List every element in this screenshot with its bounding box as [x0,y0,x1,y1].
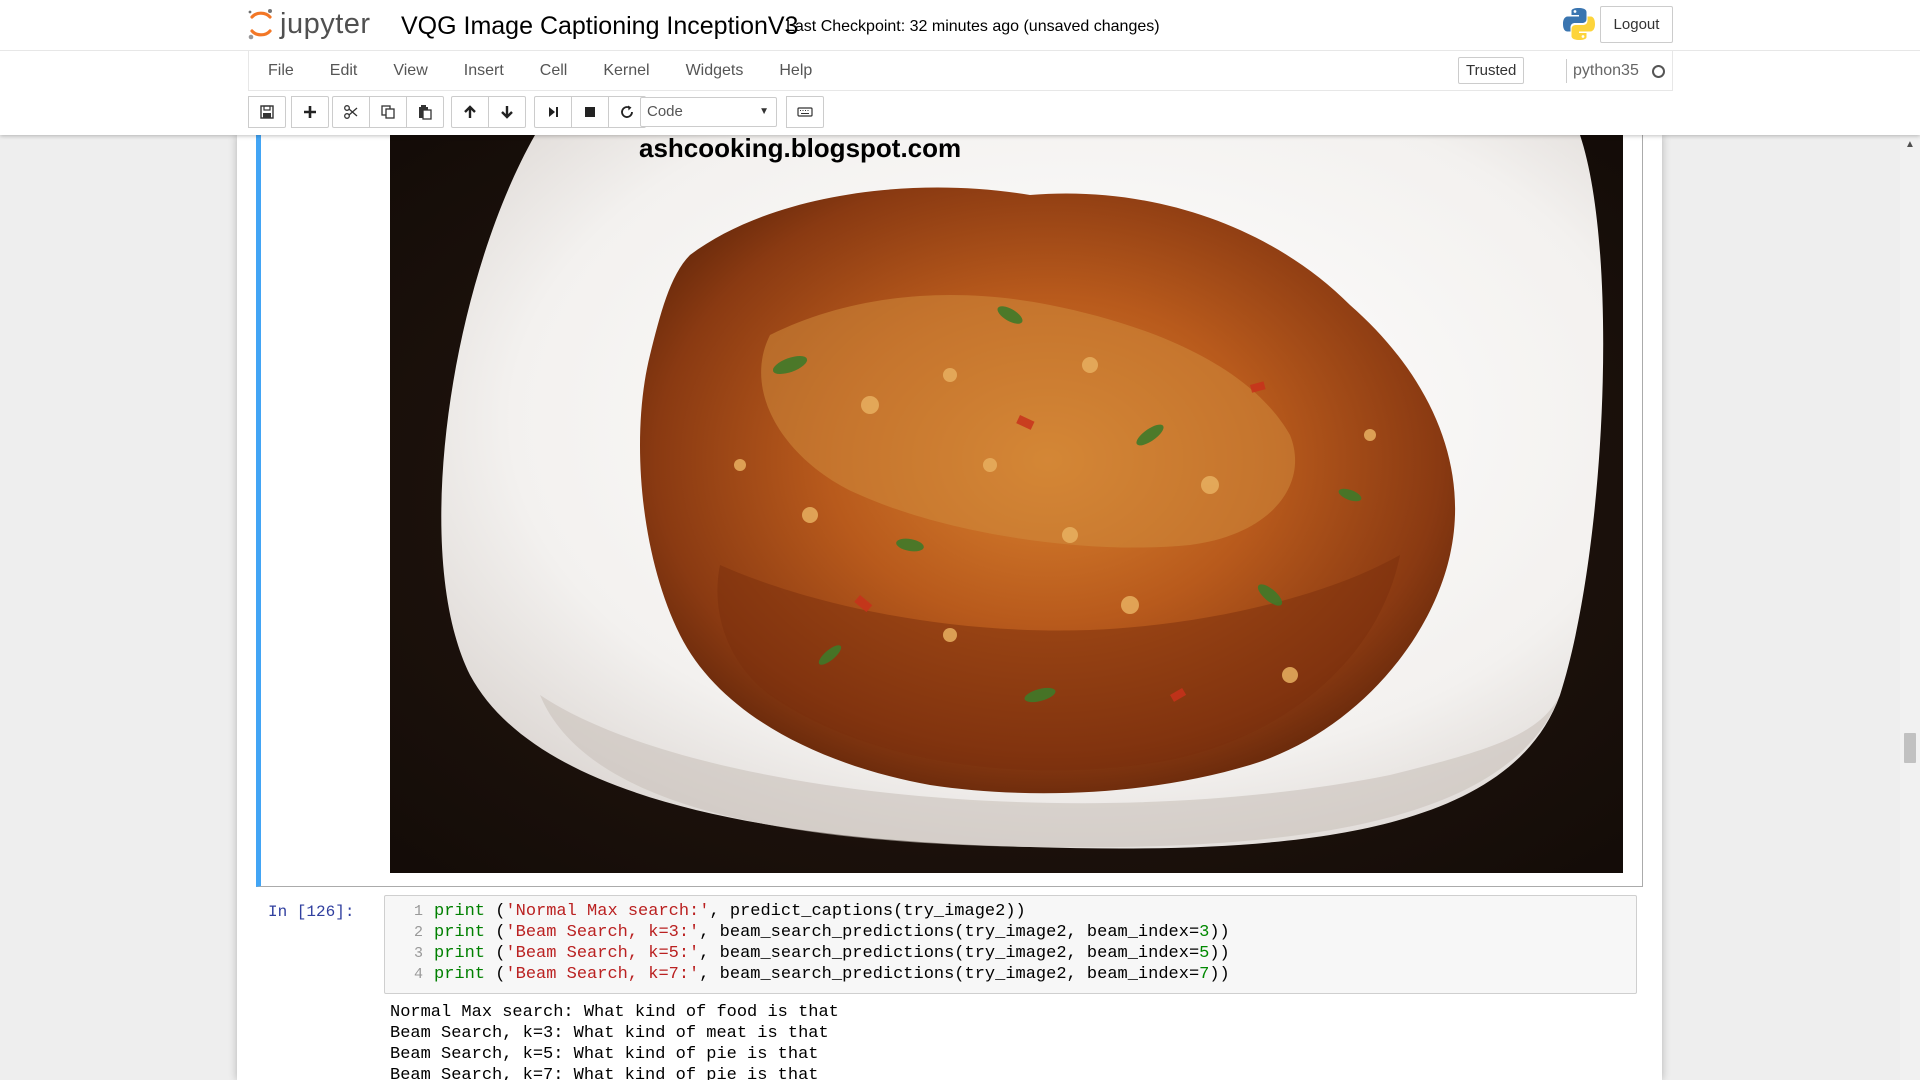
kernel-separator [1566,59,1567,83]
notebook-header: jupyter VQG Image Captioning InceptionV3… [0,0,1920,135]
jupyter-logo[interactable]: jupyter [246,6,371,42]
toolbar-group-keyboard [786,96,824,128]
output-line: Beam Search, k=3: What kind of meat is t… [390,1024,829,1043]
jupyter-logo-icon [248,9,272,40]
toolbar-group-edit [332,96,444,128]
header-bar: jupyter VQG Image Captioning InceptionV3… [0,0,1920,51]
cut-icon [344,105,358,119]
checkpoint-status: Last Checkpoint: 32 minutes ago (unsaved… [786,18,1160,35]
move-down-button[interactable] [488,96,526,128]
menu-file[interactable]: File [249,51,312,91]
menu-edit[interactable]: Edit [312,51,376,91]
jupyter-logo-text: jupyter [280,7,371,40]
arrow-up-icon [464,105,476,118]
code-line: 1 print ('Normal Max search:', predict_c… [385,901,1638,922]
copy-button[interactable] [369,96,407,128]
image-watermark: ashcooking.blogspot.com [639,135,962,163]
copy-icon [381,105,395,119]
menu-cell[interactable]: Cell [522,51,586,91]
restart-icon [621,105,633,118]
notebook-title[interactable]: VQG Image Captioning InceptionV3 [401,12,798,41]
line-number: 1 [413,903,423,920]
logout-button[interactable]: Logout [1600,6,1673,43]
food-output-image: ashcooking.blogspot.com [390,135,1623,873]
output-line: Beam Search, k=5: What kind of pie is th… [390,1045,819,1064]
cell-output: Normal Max search: What kind of food is … [390,1002,839,1080]
chevron-down-icon: ▼ [759,106,769,117]
code-line: 4 print ('Beam Search, k=7:', beam_searc… [385,964,1638,985]
menu-items: File Edit View Insert Cell Kernel Widget… [249,51,830,91]
code-text: print ('Beam Search, k=7:', beam_search_… [434,965,1230,984]
code-line: 3 print ('Beam Search, k=5:', beam_searc… [385,943,1638,964]
trusted-indicator[interactable]: Trusted [1458,57,1525,84]
code-text: print ('Normal Max search:', predict_cap… [434,902,1026,921]
code-text: print ('Beam Search, k=5:', beam_search_… [434,944,1230,963]
toolbar-group-run [534,96,646,128]
menubar: File Edit View Insert Cell Kernel Widget… [248,51,1673,91]
scroll-up-icon[interactable]: ▲ [1904,139,1916,150]
stop-icon [585,107,595,117]
interrupt-button[interactable] [571,96,609,128]
menu-widgets[interactable]: Widgets [668,51,762,91]
menu-view[interactable]: View [375,51,445,91]
toolbar-group-insert [291,96,329,128]
cell-type-select[interactable]: Code ▼ [640,97,777,127]
keyboard-icon [797,107,813,117]
code-editor[interactable]: 1 print ('Normal Max search:', predict_c… [384,895,1637,994]
menu-kernel[interactable]: Kernel [585,51,667,91]
cut-button[interactable] [332,96,370,128]
arrow-down-icon [501,106,513,119]
move-up-button[interactable] [451,96,489,128]
plus-icon [304,106,316,118]
code-text: print ('Beam Search, k=3:', beam_search_… [434,923,1230,942]
page-scrollbar[interactable]: ▲ [1900,135,1920,1080]
line-number: 2 [413,924,423,941]
run-icon [549,107,558,117]
paste-icon [419,105,432,120]
scrollbar-thumb[interactable] [1904,733,1916,763]
paste-button[interactable] [406,96,444,128]
save-button[interactable] [248,96,286,128]
line-number: 4 [413,966,423,983]
python-logo-icon [1563,8,1595,40]
input-prompt: In [126]: [268,903,355,921]
menu-help[interactable]: Help [761,51,830,91]
code-line: 2 print ('Beam Search, k=3:', beam_searc… [385,922,1638,943]
kernel-idle-icon [1652,65,1665,78]
run-button[interactable] [534,96,572,128]
kernel-name[interactable]: python35 [1573,62,1639,80]
command-palette-button[interactable] [786,96,824,128]
menu-insert[interactable]: Insert [446,51,522,91]
line-number: 3 [413,945,423,962]
cell-type-value: Code [647,103,683,120]
toolbar-group-save [248,96,286,128]
toolbar: Code ▼ [248,96,1673,128]
save-icon [260,105,274,119]
insert-cell-button[interactable] [291,96,329,128]
food-photo [390,135,1623,873]
output-line: Beam Search, k=7: What kind of pie is th… [390,1066,819,1080]
output-line: Normal Max search: What kind of food is … [390,1003,839,1022]
toolbar-group-move [451,96,526,128]
